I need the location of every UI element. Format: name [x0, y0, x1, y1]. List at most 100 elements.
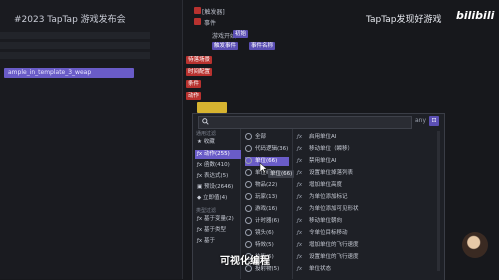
radio-icon	[245, 133, 252, 140]
function-label: 启用单位AI	[309, 134, 337, 140]
category-label: 表达式(5)	[203, 173, 229, 179]
function-label: 单位状态	[309, 266, 332, 272]
function-item[interactable]: ƒx 设置单位的飞行速度	[297, 253, 417, 262]
node-icon	[194, 18, 201, 25]
category-item[interactable]: ƒx 表达式(5)	[195, 172, 241, 181]
scrollbar[interactable]	[437, 131, 440, 271]
node-icon	[194, 7, 201, 14]
search-icon	[202, 118, 209, 125]
type-filter-item[interactable]: ƒx 基于变量(2)	[195, 215, 241, 224]
function-label: 增加单位的飞行速度	[309, 242, 359, 248]
function-item[interactable]: ƒx 为单位添加标记	[297, 193, 417, 202]
function-icon: ƒx	[297, 182, 303, 188]
function-label: 增加单位高度	[309, 182, 343, 188]
function-icon: ƒx	[297, 194, 303, 200]
left-selected-item-label: ample_in_template_3_weap	[8, 69, 92, 76]
group-item[interactable]: 游戏(16)	[245, 205, 289, 214]
type-filter-item[interactable]: ƒx 基于类型	[195, 226, 241, 235]
hover-tooltip: 单位(66)	[268, 170, 295, 178]
category-item[interactable]: ƒx 函数(410)	[195, 161, 241, 170]
function-item[interactable]: ƒx 移动单位（瞬移）	[297, 145, 417, 154]
search-input[interactable]	[198, 116, 412, 129]
panel-divider[interactable]	[182, 0, 183, 279]
category-item[interactable]: ▣ 预设(2646)	[195, 183, 241, 192]
function-item[interactable]: ƒx 为单位添加可见形状	[297, 205, 417, 214]
category-item[interactable]: ƒx 动作(255)	[195, 150, 241, 159]
function-label: 设置单位的飞行速度	[309, 254, 359, 260]
function-item[interactable]: ƒx 增加单位的飞行速度	[297, 241, 417, 250]
function-label: 为单位添加可见形状	[309, 206, 359, 212]
bilibili-logo: bilibili	[456, 9, 495, 22]
any-label: any	[415, 117, 427, 124]
function-item[interactable]: ƒx 启用单位AI	[297, 133, 417, 142]
pointer-cursor-icon	[259, 162, 268, 174]
function-label: 设置单位掉落列表	[309, 170, 354, 176]
function-label: 为单位添加标记	[309, 194, 348, 200]
node-chip[interactable]: 触发事件	[212, 42, 239, 50]
group-label: 计时器(6)	[255, 218, 280, 224]
group-label: 全部	[255, 134, 267, 140]
function-item[interactable]: ƒx 增加单位高度	[297, 181, 417, 190]
node-chip[interactable]: 初始	[233, 30, 249, 38]
group-label: 特效(5)	[255, 242, 274, 248]
function-label: 移动单位（瞬移）	[309, 146, 354, 152]
radio-icon	[245, 169, 252, 176]
radio-icon	[245, 193, 252, 200]
type-filter-label: 基于类型	[203, 227, 226, 233]
function-label: 移动单位朝向	[309, 218, 343, 224]
radio-icon	[245, 181, 252, 188]
categories-header: 通用过滤	[196, 131, 217, 137]
group-label: 玩家(13)	[255, 194, 278, 200]
left-row[interactable]	[0, 32, 150, 39]
function-icon: ƒx	[297, 206, 303, 212]
function-item[interactable]: ƒx 单位状态	[297, 265, 417, 274]
radio-icon	[245, 157, 252, 164]
function-icon: ƒx	[297, 266, 303, 272]
group-item[interactable]: 物品(22)	[245, 181, 289, 190]
brand-text: TapTap发现好游戏	[366, 15, 442, 25]
function-icon: ƒx	[297, 134, 303, 140]
function-icon: ƒx	[297, 158, 303, 164]
new-action-slot[interactable]	[197, 102, 227, 113]
function-item[interactable]: ƒx 设置单位掉落列表	[297, 169, 417, 178]
group-item[interactable]: 玩家(13)	[245, 193, 289, 202]
category-item[interactable]: ◆ 立即值(4)	[195, 194, 241, 203]
type-filter-item[interactable]: ƒx 基于	[195, 237, 241, 246]
function-icon: ƒx	[297, 254, 303, 260]
function-icon: ƒx	[297, 170, 303, 176]
tree-item[interactable]: 时间配置	[186, 68, 213, 76]
category-label: 函数(410)	[203, 162, 230, 168]
tree-root[interactable]: [触发器]	[202, 7, 225, 16]
tree-item[interactable]: 待落场景	[186, 56, 213, 64]
column-divider	[292, 129, 293, 279]
category-label: 动作(255)	[203, 151, 230, 157]
radio-icon	[245, 205, 252, 212]
node-chip[interactable]: 事件名称	[249, 42, 276, 50]
group-label: 物品(22)	[255, 182, 278, 188]
category-item[interactable]: ★ 收藏	[195, 138, 241, 147]
radio-icon	[245, 229, 252, 236]
radio-icon	[245, 241, 252, 248]
tree-item[interactable]: 动作	[186, 92, 202, 100]
group-label: 代码逻辑(36)	[255, 146, 289, 152]
group-item[interactable]: 全部	[245, 133, 289, 142]
group-item[interactable]: 特效(5)	[245, 241, 289, 250]
filter-toggle-button[interactable]: ⊡	[429, 116, 439, 126]
group-item[interactable]: 计时器(6)	[245, 217, 289, 226]
function-item[interactable]: ƒx 令单位目标移动	[297, 229, 417, 238]
event-title: #2023 TapTap 游戏发布会	[14, 15, 126, 25]
group-item[interactable]: 镜头(6)	[245, 229, 289, 238]
category-label: 立即值(4)	[202, 195, 228, 201]
function-item[interactable]: ƒx 移动单位朝向	[297, 217, 417, 226]
tree-item[interactable]: 条件	[186, 80, 202, 88]
avatar	[462, 232, 488, 258]
group-label: 镜头(6)	[255, 230, 274, 236]
function-item[interactable]: ƒx 禁用单位AI	[297, 157, 417, 166]
left-row[interactable]	[0, 42, 150, 49]
function-icon: ƒx	[297, 230, 303, 236]
left-row[interactable]	[0, 52, 150, 59]
radio-icon	[245, 217, 252, 224]
tree-event[interactable]: 事件	[204, 18, 216, 27]
category-label: 预设(2646)	[203, 184, 234, 190]
group-item[interactable]: 代码逻辑(36)	[245, 145, 289, 154]
